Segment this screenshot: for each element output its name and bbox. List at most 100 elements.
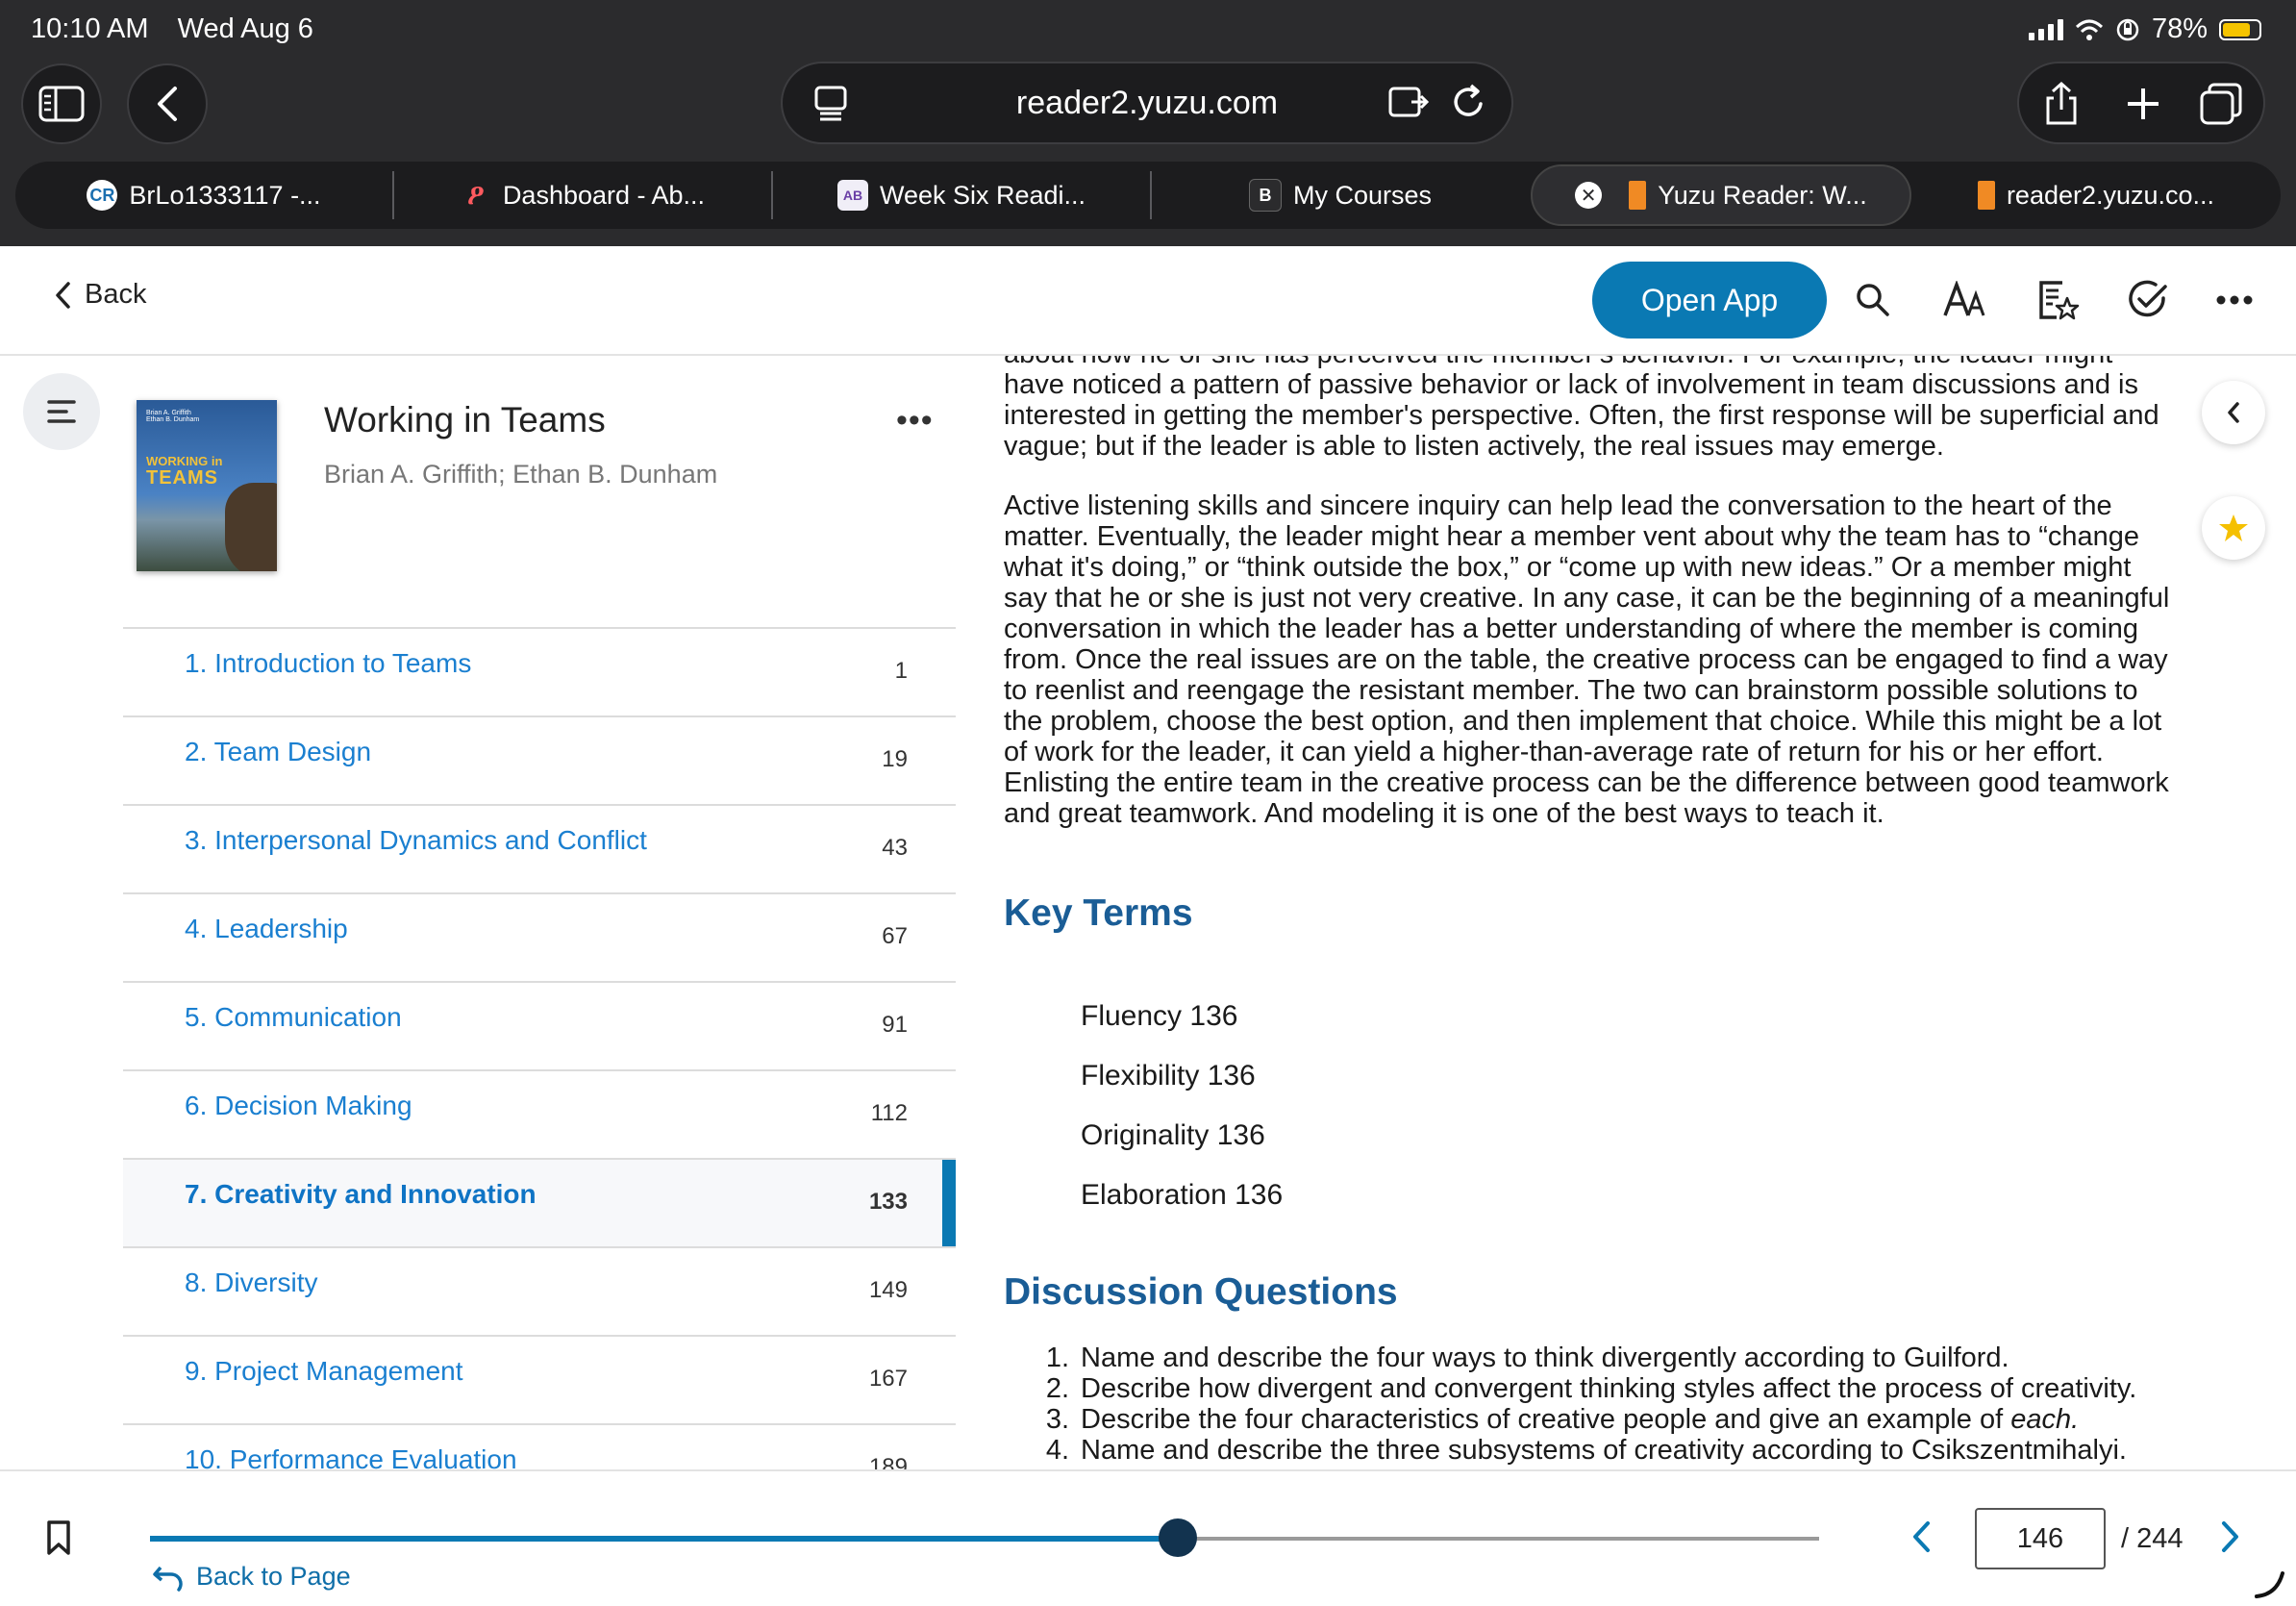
open-app-button[interactable]: Open App bbox=[1592, 262, 1827, 339]
progress-fill bbox=[150, 1536, 1179, 1542]
battery-icon bbox=[2219, 18, 2261, 40]
toc-item-label: 1. Introduction to Teams bbox=[185, 648, 472, 678]
previous-page-button[interactable] bbox=[1909, 1519, 1933, 1559]
next-page-button[interactable] bbox=[2219, 1519, 2242, 1559]
star-icon bbox=[2219, 514, 2248, 541]
sidebar-icon bbox=[38, 86, 85, 122]
key-term: Elaboration 136 bbox=[1081, 1179, 1284, 1211]
reload-icon[interactable] bbox=[1450, 83, 1488, 123]
question-item: 3. Describe the four characteristics of c… bbox=[1004, 1404, 2173, 1435]
toc-item[interactable]: 3. Interpersonal Dynamics and Conflict 43 bbox=[123, 804, 956, 892]
corner-hook-icon bbox=[2255, 1571, 2284, 1598]
toc-item-label: 8. Diversity bbox=[185, 1267, 318, 1297]
browser-tab-1[interactable]: CR BrLo1333117 -... bbox=[15, 162, 392, 229]
check-circle-icon bbox=[2129, 280, 2167, 317]
reader-header: Back Open App bbox=[0, 246, 2296, 356]
paragraph-cut-line: about how he or she has perceived the me… bbox=[1004, 356, 2173, 369]
share-icon[interactable] bbox=[2042, 81, 2081, 127]
tab-favicon-icon: B bbox=[1248, 179, 1282, 212]
chevron-left-icon bbox=[158, 87, 177, 121]
toc-item-active[interactable]: 7. Creativity and Innovation 133 bbox=[123, 1158, 956, 1248]
question-text: Describe how divergent and convergent th… bbox=[1081, 1373, 2137, 1404]
back-to-page-label: Back to Page bbox=[196, 1562, 351, 1591]
question-text: Name and describe the three subsystems o… bbox=[1081, 1435, 2127, 1466]
toc-item-label: 4. Leadership bbox=[185, 914, 348, 943]
toc-item[interactable]: 9. Project Management 167 bbox=[123, 1335, 956, 1423]
progress-slider-handle[interactable] bbox=[1159, 1518, 1198, 1557]
cover-authors-text: Brian A. Griffith Ethan B. Dunham bbox=[146, 410, 200, 423]
font-size-icon bbox=[1943, 281, 1985, 316]
yuzu-favicon-icon bbox=[1977, 181, 1995, 210]
reader-page: about how he or she has perceived the me… bbox=[1004, 356, 2173, 1469]
browser-tab-4[interactable]: B My Courses bbox=[1152, 162, 1529, 229]
question-number: 4. bbox=[1045, 1435, 1069, 1466]
address-bar[interactable]: reader2.yuzu.com bbox=[781, 62, 1513, 144]
key-term: Originality 136 bbox=[1081, 1119, 1265, 1151]
book-authors: Brian A. Griffith; Ethan B. Dunham bbox=[324, 460, 718, 489]
discussion-questions-heading: Discussion Questions bbox=[1004, 1271, 1398, 1313]
status-bar: 10:10 AM Wed Aug 6 78% bbox=[0, 0, 2296, 62]
completion-button[interactable] bbox=[2119, 271, 2177, 329]
back-button[interactable]: Back bbox=[54, 279, 146, 311]
chevron-left-icon bbox=[56, 281, 70, 309]
browser-tab-6[interactable]: reader2.yuzu.co... bbox=[1911, 162, 2281, 229]
browser-tab-2[interactable]: ዖ Dashboard - Ab... bbox=[394, 162, 771, 229]
active-indicator bbox=[942, 1160, 956, 1248]
status-time-date: 10:10 AM Wed Aug 6 bbox=[31, 13, 335, 45]
reader-footer: Back to Page / 244 bbox=[0, 1469, 2296, 1606]
rotation-lock-icon bbox=[2116, 18, 2139, 40]
key-terms-heading: Key Terms bbox=[1004, 892, 1193, 934]
toc-item-page: 67 bbox=[882, 923, 908, 949]
toc-item[interactable]: 5. Communication 91 bbox=[123, 981, 956, 1069]
browser-tab-3[interactable]: AB Week Six Readi... bbox=[773, 162, 1150, 229]
search-button[interactable] bbox=[1844, 271, 1902, 329]
menu-lines-icon bbox=[47, 400, 76, 423]
toc-item-page: 189 bbox=[868, 1454, 908, 1469]
cellular-signal-icon bbox=[2028, 18, 2063, 40]
close-tab-icon[interactable]: ✕ bbox=[1575, 182, 1603, 209]
tab-overview-icon[interactable] bbox=[2198, 81, 2244, 127]
bookmark-button[interactable] bbox=[46, 1519, 71, 1561]
browser-actions bbox=[2017, 62, 2265, 144]
cover-title-big: TEAMS bbox=[146, 467, 218, 489]
back-label: Back bbox=[85, 279, 147, 310]
toc-menu-button[interactable] bbox=[23, 373, 100, 450]
book-cover-image: Brian A. Griffith Ethan B. Dunham WORKING… bbox=[137, 400, 277, 571]
tab-strip: CR BrLo1333117 -... ዖ Dashboard - Ab... … bbox=[15, 162, 2281, 229]
toc-item-label: 9. Project Management bbox=[185, 1356, 463, 1386]
tab-favicon-icon: ዖ bbox=[467, 179, 485, 211]
question-text: Describe the four characteristics of cre… bbox=[1081, 1404, 2004, 1435]
toc-item[interactable]: 1. Introduction to Teams 1 bbox=[123, 627, 956, 715]
bookmark-icon bbox=[47, 1520, 70, 1555]
browser-back-button[interactable] bbox=[127, 63, 208, 144]
reader-mode-icon[interactable] bbox=[1386, 83, 1431, 123]
cover-title-small: WORKING in bbox=[146, 454, 223, 468]
book-more-button[interactable]: ••• bbox=[896, 402, 934, 439]
collapse-panel-button[interactable] bbox=[2202, 381, 2265, 444]
page-number-input[interactable] bbox=[1975, 1508, 2106, 1569]
browser-tab-5-active[interactable]: ✕ Yuzu Reader: W... bbox=[1531, 164, 1911, 226]
toc-item[interactable]: 4. Leadership 67 bbox=[123, 892, 956, 981]
toc-item-page: 167 bbox=[868, 1366, 908, 1392]
toc-item[interactable]: 8. Diversity 149 bbox=[123, 1246, 956, 1335]
sidebar-toggle-button[interactable] bbox=[21, 63, 102, 144]
new-tab-plus-icon[interactable] bbox=[2123, 81, 2163, 127]
question-number: 2. bbox=[1045, 1373, 1069, 1404]
toc-item[interactable]: 10. Performance Evaluation 189 bbox=[123, 1423, 956, 1469]
toc-item-page: 1 bbox=[894, 658, 908, 684]
status-date: Wed Aug 6 bbox=[177, 13, 313, 44]
toc-item[interactable]: 2. Team Design 19 bbox=[123, 715, 956, 804]
question-item: 2. Describe how divergent and convergent … bbox=[1004, 1373, 2173, 1404]
key-term: Flexibility 136 bbox=[1081, 1060, 1256, 1092]
key-term: Fluency 136 bbox=[1081, 1000, 1238, 1032]
favorite-button[interactable] bbox=[2202, 496, 2265, 560]
more-options-button[interactable] bbox=[2206, 271, 2263, 329]
toc-item[interactable]: 6. Decision Making 112 bbox=[123, 1069, 956, 1158]
notes-bookmarks-button[interactable] bbox=[2029, 271, 2086, 329]
browser-chrome: 10:10 AM Wed Aug 6 78% reader2.yuzu.com … bbox=[0, 0, 2296, 246]
text-settings-button[interactable] bbox=[1936, 271, 1994, 329]
battery-percent: 78% bbox=[2151, 13, 2208, 44]
page-progress-slider[interactable] bbox=[150, 1518, 1819, 1557]
yuzu-favicon-icon bbox=[1629, 181, 1647, 210]
back-to-page-button[interactable]: Back to Page bbox=[152, 1562, 351, 1592]
